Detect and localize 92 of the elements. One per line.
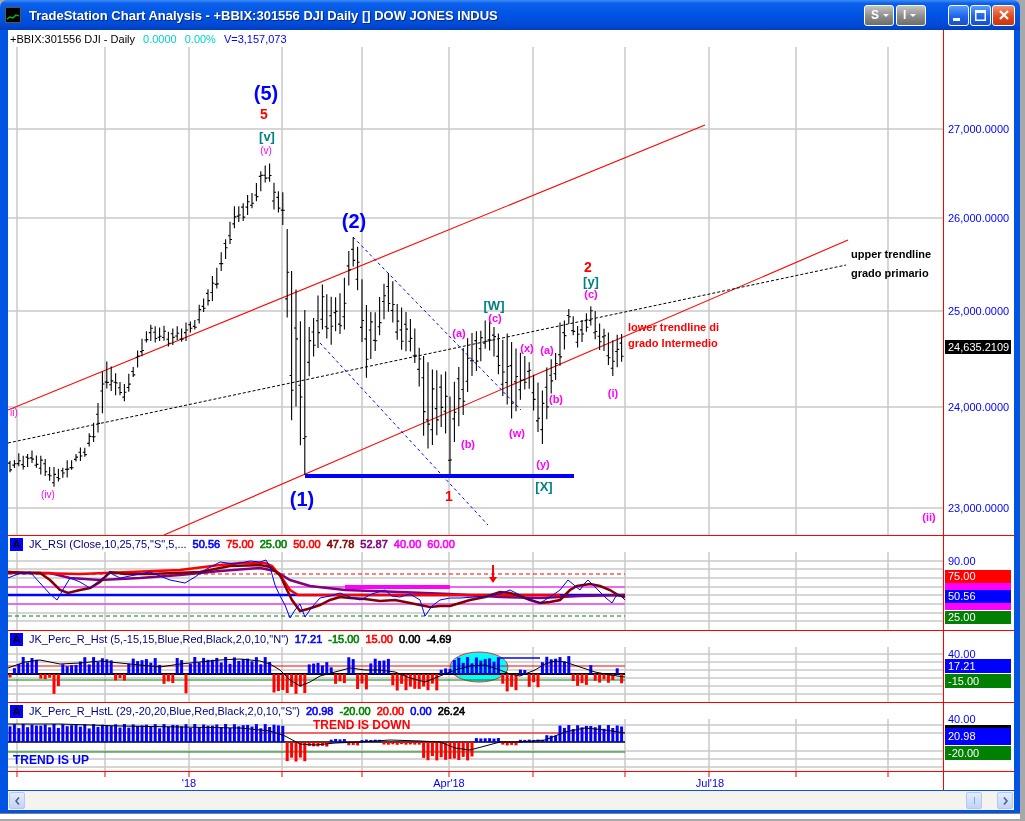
last-price-tag: 24,635.2109 xyxy=(945,340,1011,354)
scroll-right-button[interactable] xyxy=(997,792,1013,809)
indicator-axis-label: 40.00 xyxy=(948,647,976,661)
indicator-value: 50.56 xyxy=(192,538,221,550)
price-axis-label: 26,000.0000 xyxy=(948,211,1010,225)
indicator-value: 40.00 xyxy=(393,538,422,550)
wave-label: (a) xyxy=(452,327,466,339)
indicator-value: 25.00 xyxy=(259,538,288,550)
price-axis-label: 25,000.0000 xyxy=(948,304,1010,318)
menu-button[interactable]: S xyxy=(864,4,894,26)
value-tag: -15.00 xyxy=(945,674,1011,688)
wave-label: [y] xyxy=(583,274,599,288)
indicator-value: 17.21 xyxy=(294,633,323,645)
wave-label: (iv) xyxy=(41,490,55,500)
window-title: TradeStation Chart Analysis - +BBIX:301556 DJI Daily [] DOW JONES INDUS xyxy=(29,7,498,23)
indicator-axis-label: 40.00 xyxy=(948,712,976,726)
close-icon xyxy=(998,10,1009,20)
indicator-value: 75.00 xyxy=(226,538,254,550)
volume-label: V=3,157,073 xyxy=(223,32,287,45)
percent-change: 0.00% xyxy=(184,32,216,45)
wave-label: (1) xyxy=(289,489,315,509)
indicator-value: 20.00 xyxy=(376,705,405,717)
indicator-name: JK_Perc_R_Hst (5,-15,15,Blue,Red,Black,2,0,10,"N") xyxy=(29,633,289,645)
wave-label: (c) xyxy=(488,312,502,324)
wave-label: (v) xyxy=(260,146,272,156)
price-axis-label: 23,000.0000 xyxy=(948,501,1010,515)
date-axis-label: '18 xyxy=(181,777,197,789)
indicator-value: 50.00 xyxy=(293,538,321,550)
menu-button[interactable]: I xyxy=(896,4,926,26)
maximize-icon xyxy=(975,9,986,21)
wave-label: [v] xyxy=(259,129,275,143)
close-button[interactable] xyxy=(992,4,1015,26)
wave-label: (a) xyxy=(540,344,554,356)
value-tag: 20.98 xyxy=(945,728,1011,745)
wave-label: (b) xyxy=(461,438,475,450)
wave-label: [W] xyxy=(483,298,505,312)
indicator-value: -20.00 xyxy=(339,705,371,717)
indicator-value: 15.00 xyxy=(365,633,393,645)
date-axis-label: Jul'18 xyxy=(695,777,725,789)
value-tag: 50.56 xyxy=(945,590,1011,603)
value-tag: -20.00 xyxy=(945,746,1011,760)
indicator-value: -15.00 xyxy=(328,633,360,645)
indicator-badge: A xyxy=(10,537,23,551)
wave-label: (5) xyxy=(253,83,279,103)
wave-label: (x) xyxy=(520,342,534,354)
wave-label: 5 xyxy=(260,107,268,121)
value-tag: 25.00 xyxy=(945,611,1011,624)
wave-label: (i) xyxy=(607,387,619,399)
wave-label: 1 xyxy=(445,489,453,503)
wave-label: (ii) xyxy=(922,511,936,523)
trend-note: TREND IS UP xyxy=(13,754,89,767)
maximize-button[interactable] xyxy=(970,4,991,26)
price-change: 0.0000 xyxy=(143,32,177,45)
indicator-badge: A xyxy=(10,632,23,646)
wave-label: ii) xyxy=(10,408,18,418)
indicator-value: 0.00 xyxy=(410,705,432,717)
minimize-button[interactable] xyxy=(948,4,969,26)
indicator-value: 20.98 xyxy=(305,705,334,717)
wave-label: [X] xyxy=(535,479,553,493)
horizontal-scrollbar[interactable] xyxy=(8,791,1014,810)
caret-icon xyxy=(883,13,889,17)
wave-label: (y) xyxy=(536,458,550,470)
wave-label: (c) xyxy=(584,288,598,300)
marker-line xyxy=(499,657,541,659)
date-axis-label: Apr'18 xyxy=(433,777,465,789)
wave-label: (b) xyxy=(549,393,563,405)
value-tag: 17.21 xyxy=(945,659,1011,673)
indicator-axis-label: 90.00 xyxy=(948,554,976,568)
caret-icon xyxy=(910,13,917,17)
price-axis-label: 24,000.0000 xyxy=(948,400,1010,414)
indicator-value: -4.69 xyxy=(426,633,452,645)
indicator-badge: A xyxy=(10,704,23,718)
minimize-icon xyxy=(953,17,960,21)
indicator-value: 26.24 xyxy=(437,705,466,717)
symbol-label: +BBIX:301556 DJI - Daily xyxy=(10,32,136,45)
indicator-value: 0.00 xyxy=(399,633,421,645)
trend-note: TREND IS DOWN xyxy=(313,719,411,732)
wave-label: (2) xyxy=(341,211,367,231)
chart-window-icon xyxy=(5,7,21,23)
indicator-value: 52.87 xyxy=(360,538,388,550)
indicator-value: 60.00 xyxy=(427,538,455,550)
indicator-value: 47.78 xyxy=(326,538,355,550)
scroll-left-button[interactable] xyxy=(9,792,25,809)
price-axis-label: 27,000.0000 xyxy=(948,122,1010,136)
indicator-name: JK_Perc_R_HstL (29,-20,20,Blue,Red,Black,2,0,10,"S") xyxy=(29,705,300,717)
trendline-note: upper trendline grado primario xyxy=(851,247,933,281)
wave-label: (w) xyxy=(509,427,525,439)
down-arrow-icon xyxy=(489,564,497,583)
wave-label: 2 xyxy=(584,260,592,274)
indicator-name: JK_RSI (Close,10,25,75,"S",5,... xyxy=(29,538,187,550)
scrollbar-thumb[interactable] xyxy=(966,792,982,809)
value-tag: 75.00 xyxy=(945,570,1011,583)
